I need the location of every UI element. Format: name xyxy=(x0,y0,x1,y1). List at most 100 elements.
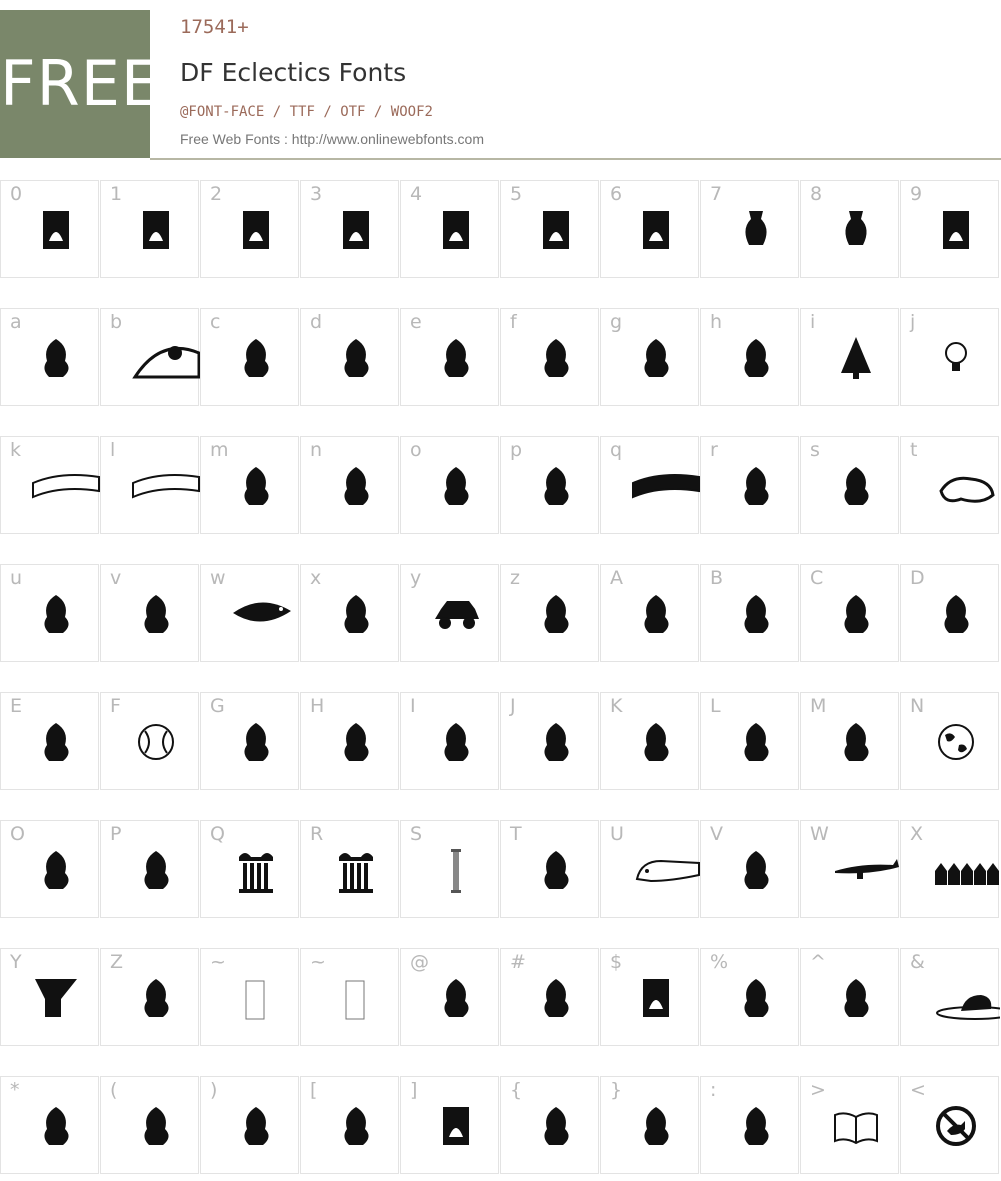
glyph-cell[interactable]: T xyxy=(500,820,599,918)
glyph-cell[interactable]: O xyxy=(0,820,99,918)
hat-icon xyxy=(936,995,1000,1020)
glyph-cell[interactable]: Z xyxy=(100,948,199,1046)
glyph-cell[interactable]: D xyxy=(900,564,999,662)
glyph-cell[interactable]: ] xyxy=(400,1076,499,1174)
glyph-cell[interactable]: $ xyxy=(600,948,699,1046)
glyph-cell[interactable]: @ xyxy=(400,948,499,1046)
glyph-cell[interactable]: b xyxy=(100,308,200,406)
glyph-cell[interactable]: h xyxy=(700,308,799,406)
glyph-cell[interactable]: I xyxy=(400,692,499,790)
glyph-cell[interactable]: i xyxy=(800,308,899,406)
glyph-cell[interactable]: { xyxy=(500,1076,599,1174)
glyph-cell[interactable]: A xyxy=(600,564,699,662)
glyph-cell[interactable]: X xyxy=(900,820,999,918)
glyph-cell[interactable]: a xyxy=(0,308,99,406)
glyph-cell[interactable]: y xyxy=(400,564,499,662)
glyph-cell[interactable]: : xyxy=(700,1076,799,1174)
globe-icon xyxy=(938,724,974,760)
glyph-cell[interactable]: F xyxy=(100,692,199,790)
fish-icon xyxy=(233,602,291,622)
glyph-cell[interactable]: J xyxy=(500,692,599,790)
glyph-cell[interactable]: p xyxy=(500,436,599,534)
glyph-cell[interactable]: W xyxy=(800,820,899,918)
free-badge[interactable]: FREE xyxy=(0,10,160,158)
glyph-cell[interactable]: G xyxy=(200,692,299,790)
glyph-cell[interactable]: r xyxy=(700,436,799,534)
glyph-cell[interactable]: U xyxy=(600,820,700,918)
glyph-char-label: S xyxy=(410,823,423,845)
glyph-cell[interactable]: E xyxy=(0,692,99,790)
glyph-cell[interactable]: w xyxy=(200,564,299,662)
glyph-cell[interactable]: P xyxy=(100,820,199,918)
glyph-cell[interactable]: < xyxy=(900,1076,999,1174)
glyph-row: k l m n o p q r s t xyxy=(0,436,1001,536)
glyph-cell[interactable]: q xyxy=(600,436,700,534)
glyph-row: a b c d e f g h i j xyxy=(0,308,1001,408)
glyph-cell[interactable]: } xyxy=(600,1076,699,1174)
glyph-cell[interactable]: ) xyxy=(200,1076,299,1174)
glyph-cell[interactable]: 3 xyxy=(300,180,399,278)
glyph-cell[interactable]: 5 xyxy=(500,180,599,278)
glyph-cell[interactable]: [ xyxy=(300,1076,399,1174)
glyph-cell[interactable]: N xyxy=(900,692,999,790)
glyph-cell[interactable]: 8 xyxy=(800,180,899,278)
format-link-woof2[interactable]: WOOF2 xyxy=(391,104,433,120)
glyph-cell[interactable]: 7 xyxy=(700,180,799,278)
glyph-cell[interactable]: u xyxy=(0,564,99,662)
glyph-cell[interactable]: k xyxy=(0,436,100,534)
glyph-cell[interactable]: d xyxy=(300,308,399,406)
glyph-cell[interactable]: 4 xyxy=(400,180,499,278)
glyph-cell[interactable]: e xyxy=(400,308,499,406)
glyph-cell[interactable]: l xyxy=(100,436,200,534)
glyph-cell[interactable]: L xyxy=(700,692,799,790)
glyph-cell[interactable]: S xyxy=(400,820,499,918)
glyph-char-label: v xyxy=(110,567,122,589)
glyph-cell[interactable]: ~ xyxy=(300,948,399,1046)
glyph-char-label: s xyxy=(810,439,820,461)
glyph-cell[interactable]: # xyxy=(500,948,599,1046)
glyph-cell[interactable]: ( xyxy=(100,1076,199,1174)
glyph-cell[interactable]: m xyxy=(200,436,299,534)
glyph-cell[interactable]: 1 xyxy=(100,180,199,278)
source-link[interactable]: Free Web Fonts : http://www.onlinewebfon… xyxy=(180,131,484,147)
glyph-cell[interactable]: z xyxy=(500,564,599,662)
bikini-icon xyxy=(144,1107,169,1145)
glyph-cell[interactable]: Y xyxy=(0,948,99,1046)
glyph-cell[interactable]: o xyxy=(400,436,499,534)
glyph-cell[interactable]: n xyxy=(300,436,399,534)
glyph-char-label: u xyxy=(10,567,23,589)
glyph-cell[interactable]: B xyxy=(700,564,799,662)
glyph-cell[interactable]: M xyxy=(800,692,899,790)
glyph-cell[interactable]: ~ xyxy=(200,948,299,1046)
glyph-cell[interactable]: > xyxy=(800,1076,899,1174)
glyph-cell[interactable]: Q xyxy=(200,820,299,918)
glyph-cell[interactable]: & xyxy=(900,948,1000,1046)
glyph-cell[interactable]: x xyxy=(300,564,399,662)
glyph-cell[interactable]: v xyxy=(100,564,199,662)
glyph-char-label: [ xyxy=(310,1079,318,1101)
grapes-icon xyxy=(844,467,869,505)
glyph-cell[interactable]: g xyxy=(600,308,699,406)
glyph-cell[interactable]: t xyxy=(900,436,999,534)
glyph-cell[interactable]: % xyxy=(700,948,799,1046)
glyph-cell[interactable]: R xyxy=(300,820,399,918)
format-link-font-face[interactable]: @FONT-FACE xyxy=(180,104,264,120)
format-link-otf[interactable]: OTF xyxy=(340,104,365,120)
glyph-cell[interactable]: K xyxy=(600,692,699,790)
format-link-ttf[interactable]: TTF xyxy=(290,104,315,120)
glyph-cell[interactable]: j xyxy=(900,308,999,406)
glyph-cell[interactable]: 0 xyxy=(0,180,99,278)
glyph-cell[interactable]: 9 xyxy=(900,180,999,278)
glyph-cell[interactable]: 6 xyxy=(600,180,699,278)
glyph-cell[interactable]: s xyxy=(800,436,899,534)
glyph-cell[interactable]: C xyxy=(800,564,899,662)
glyph-cell[interactable]: c xyxy=(200,308,299,406)
glyph-cell[interactable]: ^ xyxy=(800,948,899,1046)
leaf-panel-icon xyxy=(943,211,969,249)
glyph-cell[interactable]: V xyxy=(700,820,799,918)
glyph-cell[interactable]: H xyxy=(300,692,399,790)
strawberry-icon xyxy=(44,595,69,633)
glyph-cell[interactable]: f xyxy=(500,308,599,406)
glyph-cell[interactable]: 2 xyxy=(200,180,299,278)
glyph-cell[interactable]: * xyxy=(0,1076,99,1174)
